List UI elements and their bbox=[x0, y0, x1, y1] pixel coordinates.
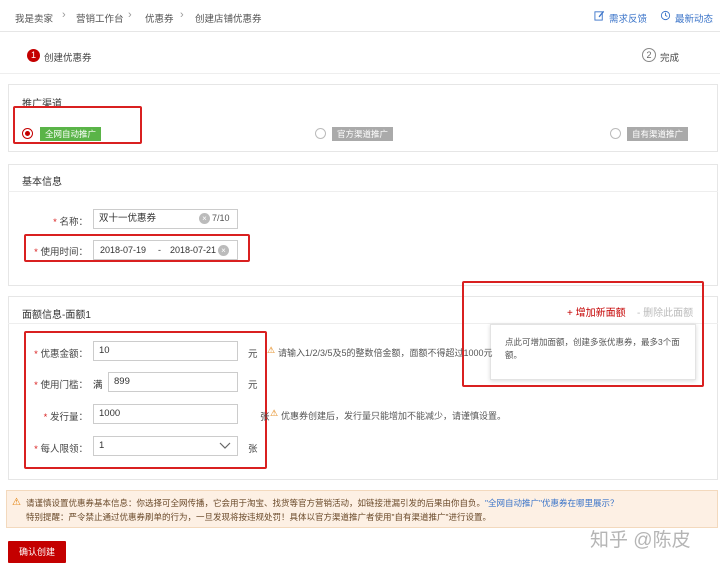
divider bbox=[8, 191, 718, 192]
edit-icon bbox=[594, 10, 605, 21]
channel-chip-auto[interactable]: 全网自动推广 bbox=[40, 127, 102, 141]
clear-icon[interactable]: × bbox=[218, 245, 229, 256]
channel-radio-official[interactable] bbox=[315, 128, 326, 139]
time-label: * 使用时间： bbox=[34, 247, 88, 258]
issue-input[interactable]: 1000 bbox=[93, 404, 238, 424]
limit-label: * 每人限领： bbox=[34, 444, 88, 455]
issue-unit: 张 bbox=[260, 412, 270, 423]
threshold-input-value: 899 bbox=[114, 376, 130, 387]
warning-icon: ⚠ bbox=[12, 497, 21, 508]
face-value-title: 面额信息-面额1 bbox=[22, 310, 91, 321]
issue-input-value: 1000 bbox=[99, 408, 121, 419]
threshold-input[interactable]: 899 bbox=[108, 372, 238, 392]
date-separator: - bbox=[158, 245, 161, 255]
limit-select[interactable]: 1 bbox=[93, 436, 238, 456]
basic-info-title: 基本信息 bbox=[22, 177, 62, 188]
breadcrumb-item-marketing[interactable]: 营销工作台 bbox=[76, 11, 124, 25]
step-2-label: 完成 bbox=[660, 53, 680, 64]
name-input-value: 双十一优惠券 bbox=[99, 213, 157, 224]
notice-line-1: 请谨慎设置优惠券基本信息：你选择可全网传播，它会用于淘宝、找货等官方营销活动，如… bbox=[26, 498, 619, 508]
limit-unit: 张 bbox=[248, 444, 258, 455]
step-2-badge: 2 bbox=[642, 48, 656, 62]
amount-hint: 请输入1/2/3/5及5的整数倍金额，面额不得超过1000元 bbox=[278, 348, 493, 358]
amount-input[interactable]: 10 bbox=[93, 341, 238, 361]
delete-face-button[interactable]: - 删除此面额 bbox=[637, 304, 693, 319]
date-end: 2018-07-21 bbox=[170, 245, 217, 255]
chevron-right-icon: › bbox=[180, 9, 184, 21]
issue-hint: 优惠券创建后，发行量只能增加不能减少，请谨慎设置。 bbox=[281, 411, 507, 421]
date-start: 2018-07-19 bbox=[100, 245, 147, 255]
watermark: 知乎 @陈皮 bbox=[590, 530, 691, 551]
breadcrumb-item-coupon[interactable]: 优惠券 bbox=[145, 11, 174, 25]
threshold-prefix: 满 bbox=[93, 380, 103, 391]
chevron-down-icon[interactable] bbox=[219, 442, 231, 450]
channel-radio-auto[interactable] bbox=[22, 128, 33, 139]
breadcrumb: 我是卖家 › 营销工作台 › 优惠券 › 创建店铺优惠券 需求反馈 最新动态 bbox=[0, 0, 720, 32]
notice-link[interactable]: "全网自动推广"优惠券在哪里展示？ bbox=[485, 498, 619, 508]
channel-chip-own[interactable]: 自有渠道推广 bbox=[627, 127, 689, 141]
chevron-right-icon: › bbox=[62, 9, 66, 21]
limit-select-value: 1 bbox=[99, 440, 105, 451]
channel-radio-own[interactable] bbox=[610, 128, 621, 139]
warning-icon: ⚠ bbox=[270, 408, 279, 418]
step-bar bbox=[0, 36, 720, 74]
amount-unit: 元 bbox=[248, 349, 258, 360]
amount-input-value: 10 bbox=[99, 345, 110, 356]
clear-icon[interactable]: × bbox=[199, 213, 210, 224]
threshold-label: * 使用门槛： bbox=[34, 380, 88, 391]
warning-icon: ⚠ bbox=[267, 345, 276, 355]
chevron-right-icon: › bbox=[128, 9, 132, 21]
refresh-icon bbox=[660, 10, 671, 21]
step-1-badge: 1 bbox=[27, 49, 40, 62]
issue-label: * 发行量： bbox=[43, 412, 88, 423]
step-1-label: 创建优惠券 bbox=[44, 53, 92, 64]
add-face-tooltip: 点此可增加面额，创建多张优惠券，最多3个面额。 bbox=[490, 324, 696, 380]
breadcrumb-item-current: 创建店铺优惠券 bbox=[195, 14, 262, 25]
channel-chip-official[interactable]: 官方渠道推广 bbox=[332, 127, 394, 141]
confirm-create-button[interactable]: 确认创建 bbox=[8, 541, 66, 563]
breadcrumb-item-seller[interactable]: 我是卖家 bbox=[15, 11, 53, 25]
feedback-link[interactable]: 需求反馈 bbox=[609, 11, 647, 25]
add-face-button[interactable]: + 增加新面额 bbox=[567, 304, 626, 319]
amount-label: * 优惠金额： bbox=[34, 349, 88, 360]
notice-line-2: 特别提醒：严令禁止通过优惠券刷单的行为，一旦发现将按违规处罚！具体以官方渠道推广… bbox=[26, 512, 492, 522]
threshold-unit: 元 bbox=[248, 380, 258, 391]
name-label: * 名称： bbox=[53, 217, 88, 228]
updates-link[interactable]: 最新动态 bbox=[675, 11, 713, 25]
name-char-count: 7/10 bbox=[212, 213, 230, 223]
